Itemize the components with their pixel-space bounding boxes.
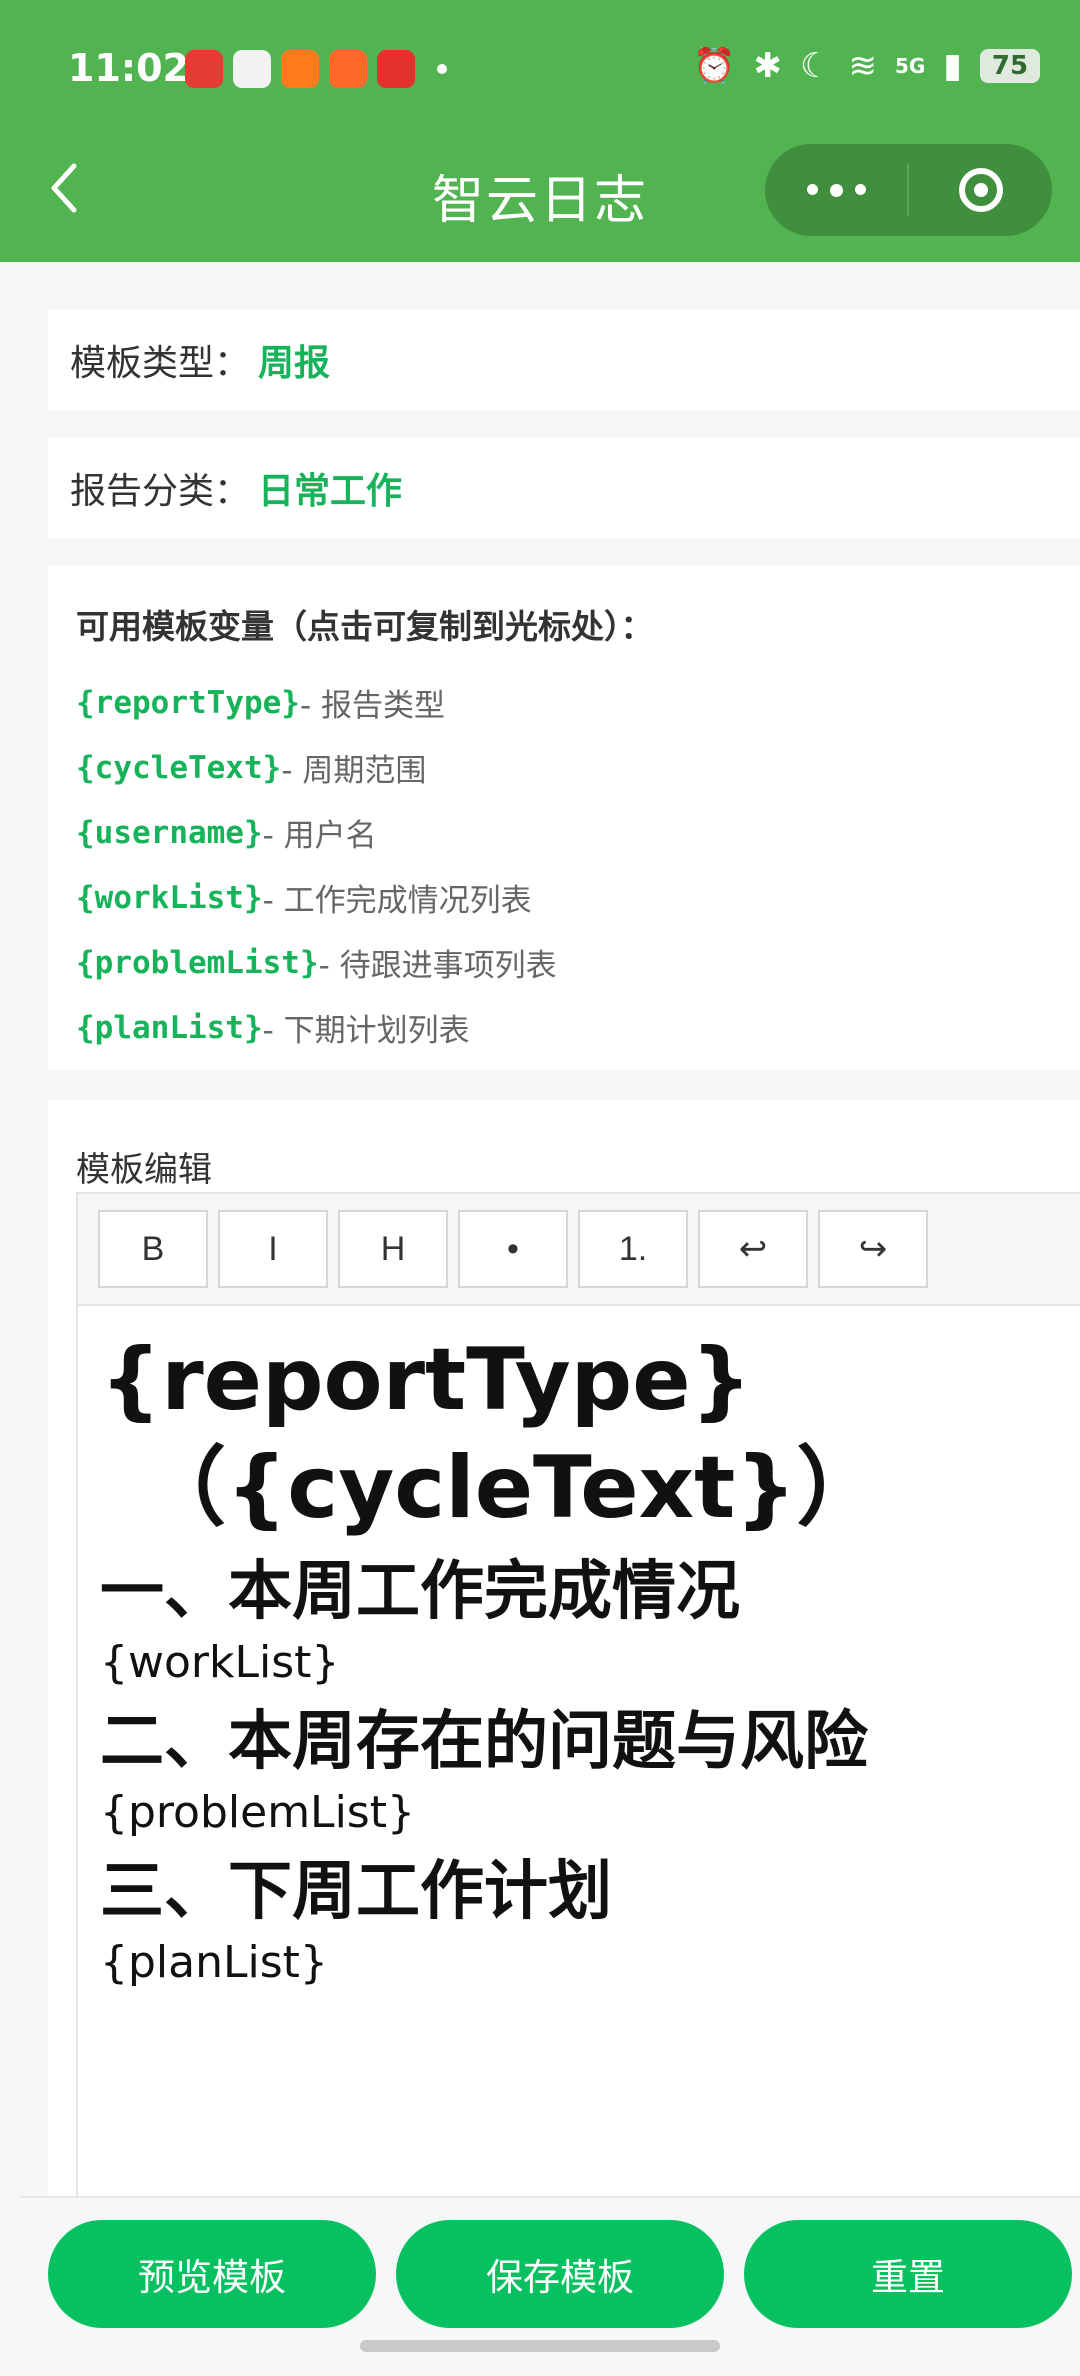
app-notification-icon xyxy=(185,50,223,88)
heading-button[interactable]: H xyxy=(338,1210,448,1288)
battery-icon: 75 xyxy=(980,49,1040,83)
content-section3-body: {planList} xyxy=(100,1937,328,1988)
report-category-row[interactable]: 报告分类： 日常工作 xyxy=(48,438,1080,538)
clock-app-icon xyxy=(233,50,271,88)
bullet-list-button[interactable]: • xyxy=(458,1210,568,1288)
variable-desc: - 报告类型 xyxy=(299,688,446,724)
redo-button[interactable]: ↪ xyxy=(818,1210,928,1288)
moon-icon: ☾ xyxy=(799,46,831,86)
variable-desc: - 下期计划列表 xyxy=(262,1013,470,1049)
variable-item-reportType[interactable]: {reportType} - 报告类型 xyxy=(76,670,1080,735)
variable-item-problemList[interactable]: {problemList} - 待跟进事项列表 xyxy=(76,930,1080,995)
more-dot-icon xyxy=(854,183,866,195)
variable-code: {reportType} xyxy=(76,684,300,721)
more-notifications-icon xyxy=(437,64,447,74)
status-time: 11:02 xyxy=(68,46,189,90)
mini-program-capsule xyxy=(765,144,1052,236)
template-type-value: 周报 xyxy=(258,343,331,384)
content-heading-line2: （{cycleText}） xyxy=(140,1438,883,1538)
variable-item-workList[interactable]: {workList} - 工作完成情况列表 xyxy=(76,865,1080,930)
variable-code: {username} xyxy=(76,814,263,851)
variables-title: 可用模板变量（点击可复制到光标处）： xyxy=(76,607,654,646)
italic-button[interactable]: I xyxy=(218,1210,328,1288)
preview-template-button[interactable]: 预览模板 xyxy=(48,2220,376,2328)
wifi-icon: ≋ xyxy=(848,46,877,86)
variable-desc: - 用户名 xyxy=(262,818,377,854)
variable-code: {problemList} xyxy=(76,944,319,981)
bold-button[interactable]: B xyxy=(98,1210,208,1288)
content-section2-body: {problemList} xyxy=(100,1787,415,1838)
editor-toolbar: B I H • 1. ↩ ↪ xyxy=(78,1194,1080,1306)
taobao-app-icon xyxy=(281,50,319,88)
variables-list: {reportType} - 报告类型 {cycleText} - 周期范围 {… xyxy=(76,670,1080,1060)
target-icon xyxy=(958,168,1003,212)
top-bar: 11:02 ⏰ ✱ ☾ ≋ 5G ▮ 75 智云日志 xyxy=(0,0,1080,262)
editor-label: 模板编辑 xyxy=(76,1150,212,1190)
red-app-icon xyxy=(377,50,415,88)
template-type-row[interactable]: 模板类型： 周报 xyxy=(48,310,1080,410)
variable-item-planList[interactable]: {planList} - 下期计划列表 xyxy=(76,995,1080,1060)
variable-item-username[interactable]: {username} - 用户名 xyxy=(76,800,1080,865)
template-type-card: 模板类型： 周报 xyxy=(48,310,1080,410)
status-app-icons xyxy=(185,50,447,88)
ordered-list-button[interactable]: 1. xyxy=(578,1210,688,1288)
save-template-button[interactable]: 保存模板 xyxy=(396,2220,724,2328)
content-section3-title: 三、下周工作计划 xyxy=(100,1855,612,1929)
rich-text-editor: B I H • 1. ↩ ↪ {reportType} （{cycleText}… xyxy=(76,1192,1080,2196)
variable-desc: - 待跟进事项列表 xyxy=(318,948,557,984)
more-options-button[interactable] xyxy=(765,183,907,197)
bluetooth-icon: ✱ xyxy=(753,46,782,86)
network-type: 5G xyxy=(894,54,926,78)
report-category-label: 报告分类： xyxy=(70,471,251,512)
template-type-label: 模板类型： xyxy=(70,343,251,384)
status-indicators: ⏰ ✱ ☾ ≋ 5G ▮ 75 xyxy=(693,46,1040,86)
home-indicator[interactable] xyxy=(360,2340,720,2352)
content-section2-title: 二、本周存在的问题与风险 xyxy=(100,1705,868,1779)
variable-desc: - 周期范围 xyxy=(281,753,427,789)
variable-desc: - 工作完成情况列表 xyxy=(262,883,532,919)
editor-content[interactable]: {reportType} （{cycleText}） 一、本周工作完成情况 {w… xyxy=(78,1306,1080,1992)
more-dot-icon xyxy=(806,183,818,195)
reset-button[interactable]: 重置 xyxy=(744,2220,1072,2328)
variable-code: {cycleText} xyxy=(76,749,282,786)
signal-icon: ▮ xyxy=(943,46,962,86)
variable-code: {planList} xyxy=(76,1009,263,1046)
variable-code: {workList} xyxy=(76,879,263,916)
report-category-value: 日常工作 xyxy=(258,471,403,512)
content-section1-title: 一、本周工作完成情况 xyxy=(100,1555,740,1629)
fitness-app-icon xyxy=(329,50,367,88)
content-section1-body: {workList} xyxy=(100,1637,340,1688)
content-heading-line1: {reportType} xyxy=(100,1330,752,1430)
report-category-card: 报告分类： 日常工作 xyxy=(48,438,1080,538)
variable-item-cycleText[interactable]: {cycleText} - 周期范围 xyxy=(76,735,1080,800)
alarm-icon: ⏰ xyxy=(693,46,736,86)
close-mini-program-button[interactable] xyxy=(909,168,1052,212)
template-variables-card: 可用模板变量（点击可复制到光标处）： {reportType} - 报告类型 {… xyxy=(48,566,1080,1070)
more-dot-icon xyxy=(829,183,843,197)
template-editor-card: 模板编辑 B I H • 1. ↩ ↪ {reportType} （{cycle… xyxy=(48,1100,1080,2196)
undo-button[interactable]: ↩ xyxy=(698,1210,808,1288)
